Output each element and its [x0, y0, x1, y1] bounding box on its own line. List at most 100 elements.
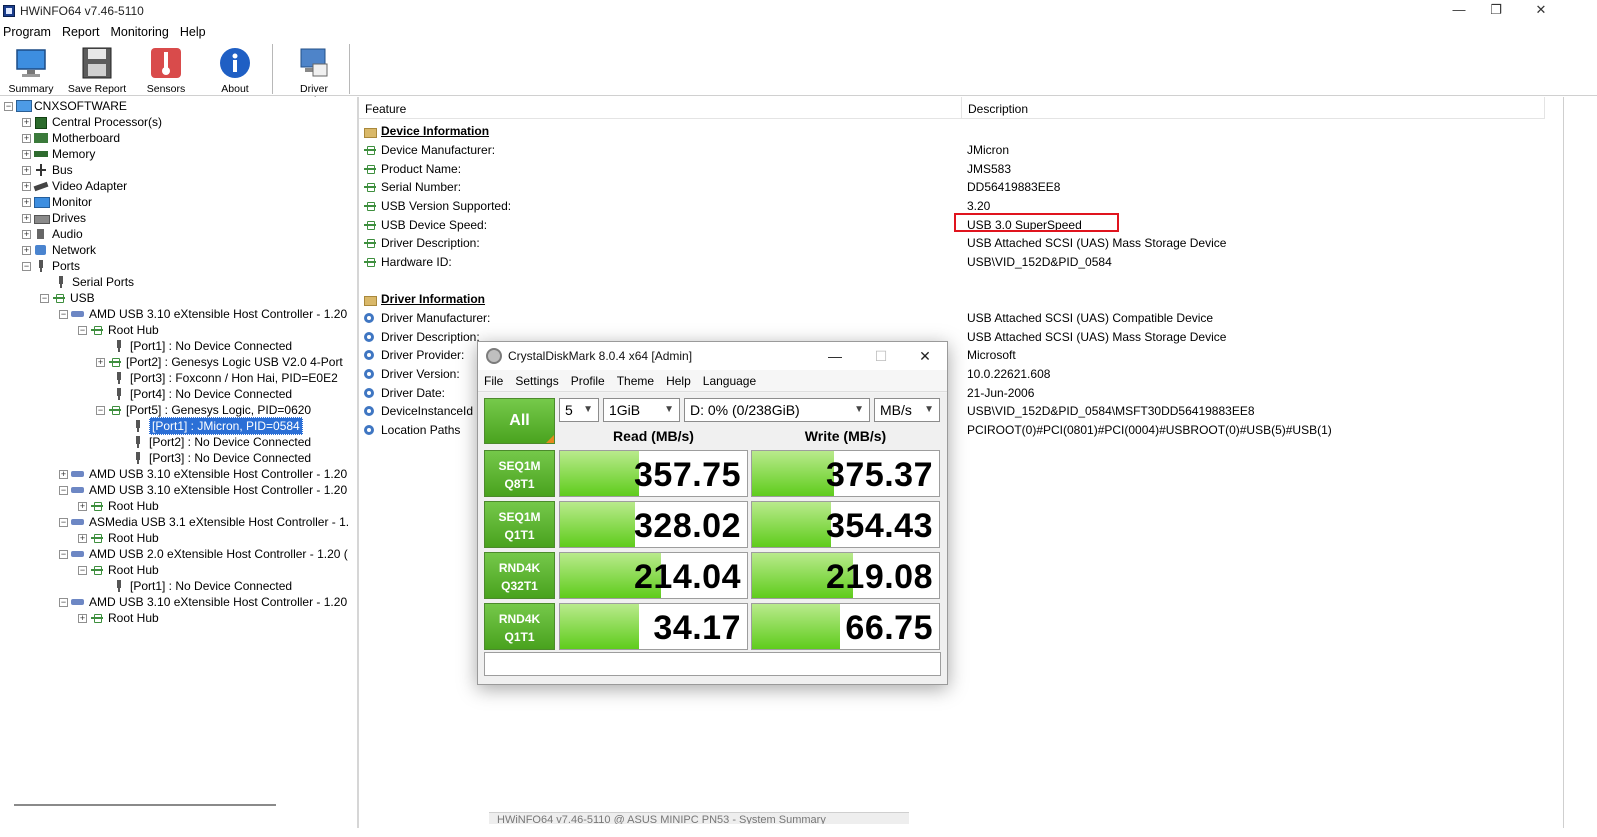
expand-icon[interactable]: +	[78, 533, 87, 543]
tree-item-cpu[interactable]: + Central Processor(s)	[22, 114, 162, 130]
tree-item-usb[interactable]: − USB	[40, 290, 95, 306]
expand-icon[interactable]: +	[22, 245, 31, 255]
table-row[interactable]: Driver Version:	[363, 365, 460, 383]
tree-item-port[interactable]: [Port3] : No Device Connected	[131, 450, 311, 466]
tree-item-usb-controller[interactable]: − AMD USB 3.10 eXtensible Host Controlle…	[59, 594, 347, 610]
expand-icon[interactable]: +	[22, 213, 31, 223]
table-row[interactable]: Driver Manufacturer:	[363, 309, 490, 327]
cdm-menu-file[interactable]: File	[484, 374, 503, 388]
expand-icon[interactable]: +	[22, 181, 31, 191]
tree-horizontal-scrollbar[interactable]	[14, 804, 276, 806]
expand-icon[interactable]: +	[22, 197, 31, 207]
menu-help[interactable]: Help	[177, 25, 209, 39]
expand-icon[interactable]: +	[22, 165, 31, 175]
expand-icon[interactable]: +	[22, 117, 31, 127]
table-row[interactable]: Driver Date:	[363, 384, 445, 402]
close-button[interactable]: ✕	[1518, 0, 1564, 22]
table-row[interactable]: USB Device Speed:	[363, 216, 487, 234]
cdm-menu-settings[interactable]: Settings	[515, 374, 558, 388]
menu-monitoring[interactable]: Monitoring	[107, 25, 171, 39]
table-row[interactable]: Driver Provider:	[363, 346, 464, 364]
tree-item-network[interactable]: + Network	[22, 242, 96, 258]
sensors-button[interactable]: Sensors	[135, 46, 197, 95]
table-row[interactable]: Serial Number:	[363, 178, 461, 196]
tree-item-usb-controller[interactable]: − AMD USB 3.10 eXtensible Host Controlle…	[59, 482, 347, 498]
tree-item-root-hub[interactable]: − Root Hub	[78, 562, 159, 578]
tree-item-ports[interactable]: − Ports	[22, 258, 80, 274]
collapse-icon[interactable]: −	[59, 309, 68, 319]
collapse-icon[interactable]: −	[78, 325, 87, 335]
collapse-icon[interactable]: −	[4, 101, 13, 111]
tree-item-root-hub[interactable]: + Root Hub	[78, 610, 159, 626]
collapse-icon[interactable]: −	[59, 597, 68, 607]
expand-icon[interactable]: +	[22, 133, 31, 143]
summary-button[interactable]: Summary	[0, 46, 62, 95]
table-row[interactable]: Driver Description:	[363, 328, 480, 346]
column-header-feature[interactable]: Feature	[359, 97, 961, 119]
cdm-menu-profile[interactable]: Profile	[571, 374, 605, 388]
tree-item-port[interactable]: [Port3] : Foxconn / Hon Hai, PID=E0E2	[112, 370, 338, 386]
tree-item-serial-ports[interactable]: Serial Ports	[54, 274, 134, 290]
about-button[interactable]: About	[204, 46, 266, 95]
tree-item-port[interactable]: [Port1] : No Device Connected	[112, 578, 292, 594]
cdm-maximize-button[interactable]: ☐	[859, 342, 903, 370]
tree-item-port[interactable]: [Port4] : No Device Connected	[112, 386, 292, 402]
tree-item-usb-controller[interactable]: − AMD USB 3.10 eXtensible Host Controlle…	[59, 306, 347, 322]
test-count-select[interactable]: 5 ▼	[559, 398, 599, 422]
tree-item-port[interactable]: + [Port2] : Genesys Logic USB V2.0 4-Por…	[96, 354, 343, 370]
menu-report[interactable]: Report	[59, 25, 103, 39]
collapse-icon[interactable]: −	[59, 485, 68, 495]
table-row[interactable]: Hardware ID:	[363, 253, 452, 271]
collapse-icon[interactable]: −	[96, 405, 105, 415]
tree-item-bus[interactable]: + Bus	[22, 162, 73, 178]
drive-select[interactable]: D: 0% (0/238GiB) ▼	[684, 398, 870, 422]
comment-input[interactable]	[484, 652, 941, 676]
test-button-seq1m-q8t1[interactable]: SEQ1M Q8T1	[484, 450, 555, 497]
cdm-minimize-button[interactable]: —	[813, 342, 857, 370]
expand-icon[interactable]: +	[59, 469, 68, 479]
device-tree[interactable]: − CNXSOFTWARE + Central Processor(s) + M…	[0, 97, 357, 828]
maximize-button[interactable]: ❐	[1473, 0, 1519, 22]
save-report-button[interactable]: Save Report	[66, 46, 128, 95]
collapse-icon[interactable]: −	[59, 517, 68, 527]
tree-item-monitor[interactable]: + Monitor	[22, 194, 92, 210]
menu-program[interactable]: Program	[0, 25, 54, 39]
table-row[interactable]: Location Paths	[363, 421, 460, 439]
table-row[interactable]: DeviceInstanceId	[363, 402, 473, 420]
cdm-close-button[interactable]: ✕	[903, 342, 947, 370]
tree-item-audio[interactable]: + Audio	[22, 226, 83, 242]
run-all-button[interactable]: All	[484, 398, 555, 444]
tree-root[interactable]: − CNXSOFTWARE	[4, 98, 127, 114]
vertical-scrollbar-edge[interactable]	[1563, 97, 1564, 828]
tree-item-root-hub[interactable]: + Root Hub	[78, 498, 159, 514]
expand-icon[interactable]: +	[96, 357, 105, 367]
expand-icon[interactable]: +	[22, 149, 31, 159]
collapse-icon[interactable]: −	[22, 261, 31, 271]
expand-icon[interactable]: +	[78, 501, 87, 511]
collapse-icon[interactable]: −	[78, 565, 87, 575]
tree-item-usb-controller[interactable]: + AMD USB 3.10 eXtensible Host Controlle…	[59, 466, 347, 482]
test-button-seq1m-q1t1[interactable]: SEQ1M Q1T1	[484, 501, 555, 548]
tree-item-port[interactable]: [Port1] : No Device Connected	[112, 338, 292, 354]
tree-item-port[interactable]: − [Port5] : Genesys Logic, PID=0620	[96, 402, 311, 418]
tree-item-usb-controller[interactable]: − ASMedia USB 3.1 eXtensible Host Contro…	[59, 514, 349, 530]
column-header-description[interactable]: Description	[962, 97, 1544, 119]
table-row[interactable]: Device Manufacturer:	[363, 141, 495, 159]
test-button-rnd4k-q32t1[interactable]: RND4K Q32T1	[484, 552, 555, 599]
tree-item-memory[interactable]: + Memory	[22, 146, 95, 162]
tree-item-usb-controller[interactable]: − AMD USB 2.0 eXtensible Host Controller…	[59, 546, 348, 562]
unit-select[interactable]: MB/s ▼	[874, 398, 940, 422]
cdm-title-bar[interactable]: CrystalDiskMark 8.0.4 x64 [Admin] — ☐ ✕	[478, 342, 947, 370]
tree-item-root-hub[interactable]: − Root Hub	[78, 322, 159, 338]
column-separator[interactable]	[1544, 97, 1545, 119]
table-row[interactable]: USB Version Supported:	[363, 197, 511, 215]
cdm-menu-help[interactable]: Help	[666, 374, 691, 388]
test-size-select[interactable]: 1GiB ▼	[603, 398, 680, 422]
collapse-icon[interactable]: −	[40, 293, 49, 303]
tree-item-drives[interactable]: + Drives	[22, 210, 86, 226]
collapse-icon[interactable]: −	[59, 549, 68, 559]
expand-icon[interactable]: +	[22, 229, 31, 239]
tree-item-selected-port[interactable]: [Port1] : JMicron, PID=0584	[131, 417, 303, 435]
expand-icon[interactable]: +	[78, 613, 87, 623]
cdm-menu-theme[interactable]: Theme	[617, 374, 654, 388]
